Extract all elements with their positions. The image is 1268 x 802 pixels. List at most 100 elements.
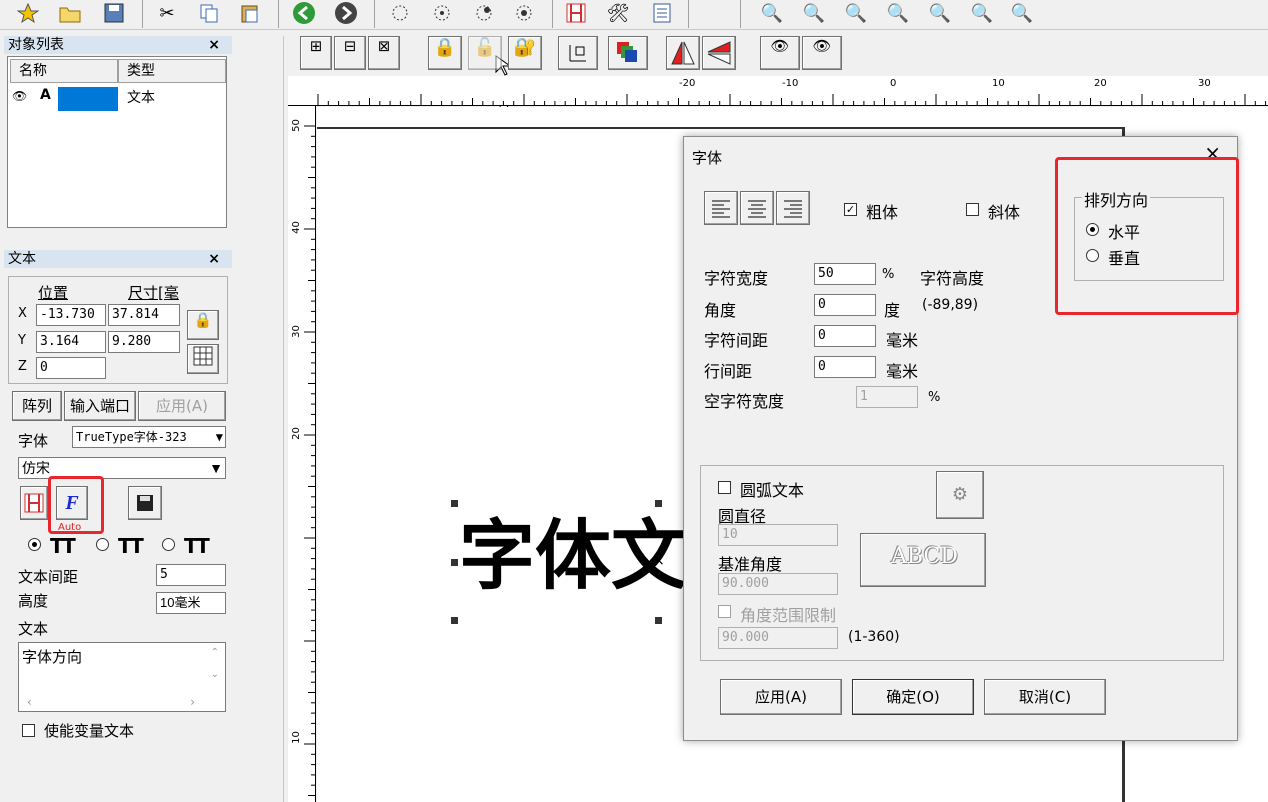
input-port-button[interactable]: 输入端口 (64, 391, 136, 421)
undo-icon[interactable] (290, 0, 318, 26)
align-left-icon[interactable] (704, 191, 738, 225)
hatch-icon[interactable] (562, 0, 590, 26)
node-delete-icon[interactable] (510, 0, 538, 26)
unlock-icon[interactable]: 🔓 (468, 36, 502, 70)
arc-preview-button[interactable]: ABCD (860, 533, 986, 587)
fixed-spacing-radio[interactable] (96, 538, 109, 551)
ungroup-icon[interactable]: ⊟ (334, 36, 366, 70)
z-position-field[interactable]: 0 (36, 357, 106, 379)
column-header-name[interactable]: 名称 (10, 59, 118, 83)
height-field[interactable]: 10毫米 (156, 592, 226, 614)
angle-field[interactable]: 0 (814, 294, 876, 316)
save-icon[interactable] (100, 0, 128, 26)
x-label: X (18, 306, 27, 321)
scroll-up-icon[interactable]: ⌃ (211, 647, 219, 658)
char-width-field[interactable]: 50 (814, 263, 876, 285)
zoom-minus-icon[interactable]: 🔍 (884, 0, 912, 26)
group-icon[interactable]: ⊞ (300, 36, 332, 70)
y-position-field[interactable]: 3.164 (36, 331, 106, 353)
ruler-tick-label: 0 (890, 78, 897, 89)
unlock-all-icon[interactable]: 🔐 (508, 36, 542, 70)
hatch-text-button[interactable] (20, 486, 48, 520)
redo-icon[interactable] (332, 0, 360, 26)
selection-handle[interactable] (451, 559, 458, 566)
list-item[interactable]: 👁 A 文本 (10, 87, 224, 111)
close-icon[interactable]: × (208, 36, 220, 54)
base-angle-field[interactable]: 90.000 (718, 573, 838, 595)
list-icon[interactable] (648, 0, 676, 26)
zoom-plus-icon[interactable]: 🔍 (842, 0, 870, 26)
arc-text-checkbox[interactable] (718, 481, 731, 494)
italic-checkbox[interactable] (966, 203, 979, 216)
tt-width-icon: TT (184, 534, 210, 558)
width-spacing-radio[interactable] (162, 538, 175, 551)
char-width-unit: % (882, 267, 895, 282)
align-icon[interactable]: ⊠ (368, 36, 400, 70)
zoom-in-icon[interactable]: 🔍 (800, 0, 828, 26)
arc-settings-button[interactable]: ⚙ (936, 471, 984, 519)
char-spacing-field[interactable]: 0 (814, 325, 876, 347)
cut-icon[interactable]: ✂ (153, 0, 181, 26)
layer-order-icon[interactable] (608, 36, 648, 70)
save-icon (137, 495, 153, 511)
chevron-down-icon[interactable]: ▼ (216, 427, 223, 447)
x-position-field[interactable]: -13.730 (36, 304, 106, 326)
dialog-cancel-button[interactable]: 取消(C) (984, 679, 1106, 715)
close-icon[interactable]: × (208, 250, 220, 268)
settings-icon[interactable]: 🛠 (604, 0, 632, 26)
bold-checkbox[interactable]: ✓ (844, 203, 857, 216)
align-center-icon[interactable] (740, 191, 774, 225)
chevron-down-icon[interactable]: ▼ (209, 458, 223, 478)
eye-icon[interactable]: 👁 (12, 89, 27, 103)
diameter-field[interactable]: 10 (718, 524, 838, 546)
new-icon[interactable] (14, 0, 42, 26)
zoom-page-icon[interactable]: 🔍 (1008, 0, 1036, 26)
lock-icon[interactable]: 🔒 (428, 36, 462, 70)
ruler-tick-label: 20 (290, 427, 302, 440)
scroll-down-icon[interactable]: ⌄ (211, 669, 219, 680)
view-all-icon[interactable]: 👁 (802, 36, 842, 70)
zoom-all-icon[interactable]: 🔍 (926, 0, 954, 26)
node-select-icon[interactable] (428, 0, 456, 26)
line-spacing-field[interactable]: 0 (814, 356, 876, 378)
zoom-icon[interactable]: 🔍 (758, 0, 786, 26)
mirror-vertical-icon[interactable] (702, 36, 736, 70)
lock-ratio-button[interactable]: 🔒 (187, 310, 219, 340)
open-icon[interactable] (56, 0, 84, 26)
object-list-view[interactable]: 名称 类型 👁 A 文本 (7, 56, 227, 228)
spacing-field[interactable]: 5 (156, 564, 226, 586)
node-edit-icon[interactable] (386, 0, 414, 26)
selection-handle[interactable] (655, 500, 662, 507)
selection-handle[interactable] (451, 617, 458, 624)
text-content-area[interactable]: 字体方向 ⌃ ⌄ ‹ › (18, 642, 226, 712)
selection-handle[interactable] (451, 500, 458, 507)
font-type-select[interactable]: TrueType字体-323 ▼ (72, 426, 226, 448)
align-right-icon[interactable] (776, 191, 810, 225)
zoom-select-icon[interactable]: 🔍 (968, 0, 996, 26)
scroll-left-icon[interactable]: ‹ (27, 695, 32, 709)
array-button[interactable]: 阵列 (12, 391, 62, 421)
paste-icon[interactable] (236, 0, 264, 26)
angle-limit-checkbox[interactable] (718, 605, 731, 618)
variable-text-checkbox[interactable] (22, 724, 35, 737)
grid-button[interactable] (187, 344, 219, 374)
copy-icon[interactable] (195, 0, 223, 26)
auto-spacing-radio[interactable] (28, 538, 41, 551)
view-icon[interactable]: 👁 (760, 36, 800, 70)
column-header-type[interactable]: 类型 (118, 59, 226, 83)
ruler-tick-label: -10 (782, 78, 799, 89)
ruler-tick-label: 10 (290, 731, 302, 744)
x-size-field[interactable]: 37.814 (108, 304, 180, 326)
dialog-ok-button[interactable]: 确定(O) (852, 679, 974, 715)
scroll-right-icon[interactable]: › (190, 695, 195, 709)
space-width-field[interactable]: 1 (856, 386, 918, 408)
node-add-icon[interactable] (470, 0, 498, 26)
dialog-apply-button[interactable]: 应用(A) (720, 679, 842, 715)
mirror-horizontal-icon[interactable] (666, 36, 700, 70)
apply-button[interactable]: 应用(A) (138, 391, 226, 421)
angle-limit-field[interactable]: 90.000 (718, 627, 838, 649)
coordinate-icon[interactable] (558, 36, 598, 70)
save-font-button[interactable] (128, 486, 162, 520)
y-size-field[interactable]: 9.280 (108, 331, 180, 353)
selection-handle[interactable] (655, 617, 662, 624)
